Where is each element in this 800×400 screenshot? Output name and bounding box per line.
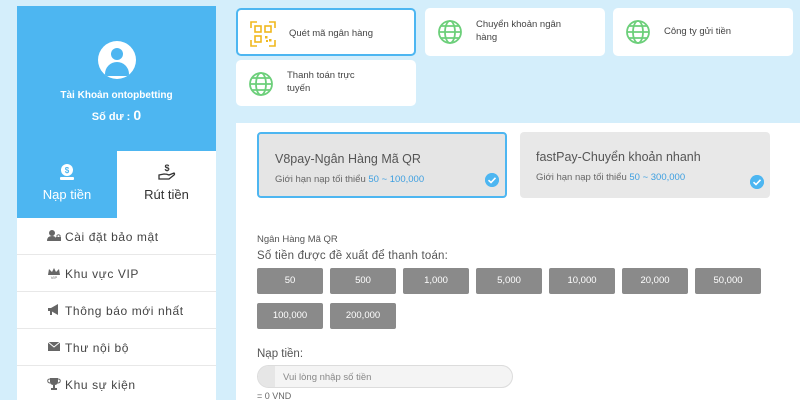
globe-icon xyxy=(249,72,273,96)
amount-button[interactable]: 20,000 xyxy=(622,268,688,294)
envelope-icon xyxy=(47,341,61,351)
svg-text:$: $ xyxy=(65,166,70,175)
method-qr-bank[interactable]: Quét mã ngân hàng xyxy=(236,8,416,56)
checkmark-icon xyxy=(750,175,764,189)
amount-button[interactable]: 100,000 xyxy=(257,303,323,329)
menu-item-vip[interactable]: VIP Khu vực VIP xyxy=(17,255,216,292)
megaphone-icon xyxy=(48,304,58,315)
balance-label: Số dư : xyxy=(91,111,131,123)
deposit-amount-input[interactable] xyxy=(283,368,503,386)
menu-label: Khu sự kiện xyxy=(65,378,136,392)
amount-button[interactable]: 200,000 xyxy=(330,303,396,329)
amount-button[interactable]: 50,000 xyxy=(695,268,761,294)
input-prefix xyxy=(258,366,275,387)
menu-label: Thư nội bộ xyxy=(65,341,130,355)
globe-icon xyxy=(626,20,650,44)
bank-limit-prefix: Giới hạn nạp tối thiểu xyxy=(275,174,366,185)
deposit-amount-label: Nạp tiền: xyxy=(257,348,304,360)
bank-limit: Giới hạn nạp tối thiểu 50 ~ 300,000 xyxy=(536,172,685,183)
profile-header: Tài Khoản ontopbetting Số dư : 0 xyxy=(17,6,216,151)
suggested-amount-label: Số tiền được đề xuất để thanh toán: xyxy=(257,250,449,262)
method-company-deposit[interactable]: Công ty gửi tiền xyxy=(613,8,793,56)
amount-button[interactable]: 5,000 xyxy=(476,268,542,294)
avatar-icon[interactable] xyxy=(98,41,136,79)
tab-withdraw[interactable]: $ Rút tiền xyxy=(117,151,216,218)
menu-label: Khu vực VIP xyxy=(65,267,139,281)
amount-button[interactable]: 1,000 xyxy=(403,268,469,294)
user-lock-icon xyxy=(47,230,61,241)
menu-label: Cài đặt bảo mật xyxy=(65,230,159,244)
menu-item-notifications[interactable]: Thông báo mới nhất xyxy=(17,292,216,329)
account-name: Tài Khoản ontopbetting xyxy=(60,90,173,101)
bank-option-v8pay[interactable]: V8pay-Ngân Hàng Mã QR Giới hạn nạp tối t… xyxy=(257,132,507,198)
section-title: Ngân Hàng Mã QR xyxy=(257,234,338,245)
amount-button[interactable]: 50 xyxy=(257,268,323,294)
trophy-icon xyxy=(47,378,61,390)
method-label: Quét mã ngân hàng xyxy=(289,28,373,39)
menu-item-inbox[interactable]: Thư nội bộ xyxy=(17,329,216,366)
menu-label: Thông báo mới nhất xyxy=(65,304,184,318)
globe-icon xyxy=(438,20,462,44)
deposit-withdraw-tabs: $ Nạp tiền $ Rút tiền xyxy=(17,151,216,218)
vip-crown-icon: VIP xyxy=(48,268,60,279)
deposit-amount-field xyxy=(257,365,513,388)
method-online-payment[interactable]: Thanh toán trực tuyến xyxy=(236,60,416,106)
bank-limit-range: 50 ~ 100,000 xyxy=(368,174,425,185)
checkmark-icon xyxy=(485,173,499,187)
bank-limit-range: 50 ~ 300,000 xyxy=(629,172,686,183)
deposit-panel: V8pay-Ngân Hàng Mã QR Giới hạn nạp tối t… xyxy=(236,123,800,400)
withdraw-hand-icon: $ xyxy=(157,163,175,180)
bank-limit-prefix: Giới hạn nạp tối thiểu xyxy=(536,172,627,183)
balance-value: 0 xyxy=(133,107,142,123)
method-label: Thanh toán trực tuyến xyxy=(287,70,355,94)
deposit-coin-icon: $ xyxy=(60,164,74,180)
method-label: Chuyển khoản ngân hàng xyxy=(476,19,562,43)
method-label: Công ty gửi tiền xyxy=(664,26,732,37)
bank-option-fastpay[interactable]: fastPay-Chuyển khoản nhanh Giới hạn nạp … xyxy=(520,132,770,198)
bank-name: fastPay-Chuyển khoản nhanh xyxy=(536,150,701,164)
converted-amount: = 0 VND xyxy=(257,391,292,400)
menu-item-events[interactable]: Khu sự kiện xyxy=(17,366,216,400)
amount-button[interactable]: 10,000 xyxy=(549,268,615,294)
amount-button[interactable]: 500 xyxy=(330,268,396,294)
tab-deposit[interactable]: $ Nạp tiền xyxy=(17,151,117,218)
sidebar: Tài Khoản ontopbetting Số dư : 0 $ Nạp t… xyxy=(17,6,216,400)
balance: Số dư : 0 xyxy=(17,107,216,123)
bank-name: V8pay-Ngân Hàng Mã QR xyxy=(275,152,421,166)
method-bank-transfer[interactable]: Chuyển khoản ngân hàng xyxy=(425,8,605,56)
tab-deposit-label: Nạp tiền xyxy=(42,187,92,202)
bank-limit: Giới hạn nạp tối thiểu 50 ~ 100,000 xyxy=(275,174,424,185)
menu-item-security[interactable]: Cài đặt bảo mật xyxy=(17,218,216,255)
svg-text:VIP: VIP xyxy=(51,275,58,279)
qr-code-icon xyxy=(250,21,276,47)
svg-text:$: $ xyxy=(164,163,169,173)
tab-withdraw-label: Rút tiền xyxy=(144,187,189,202)
